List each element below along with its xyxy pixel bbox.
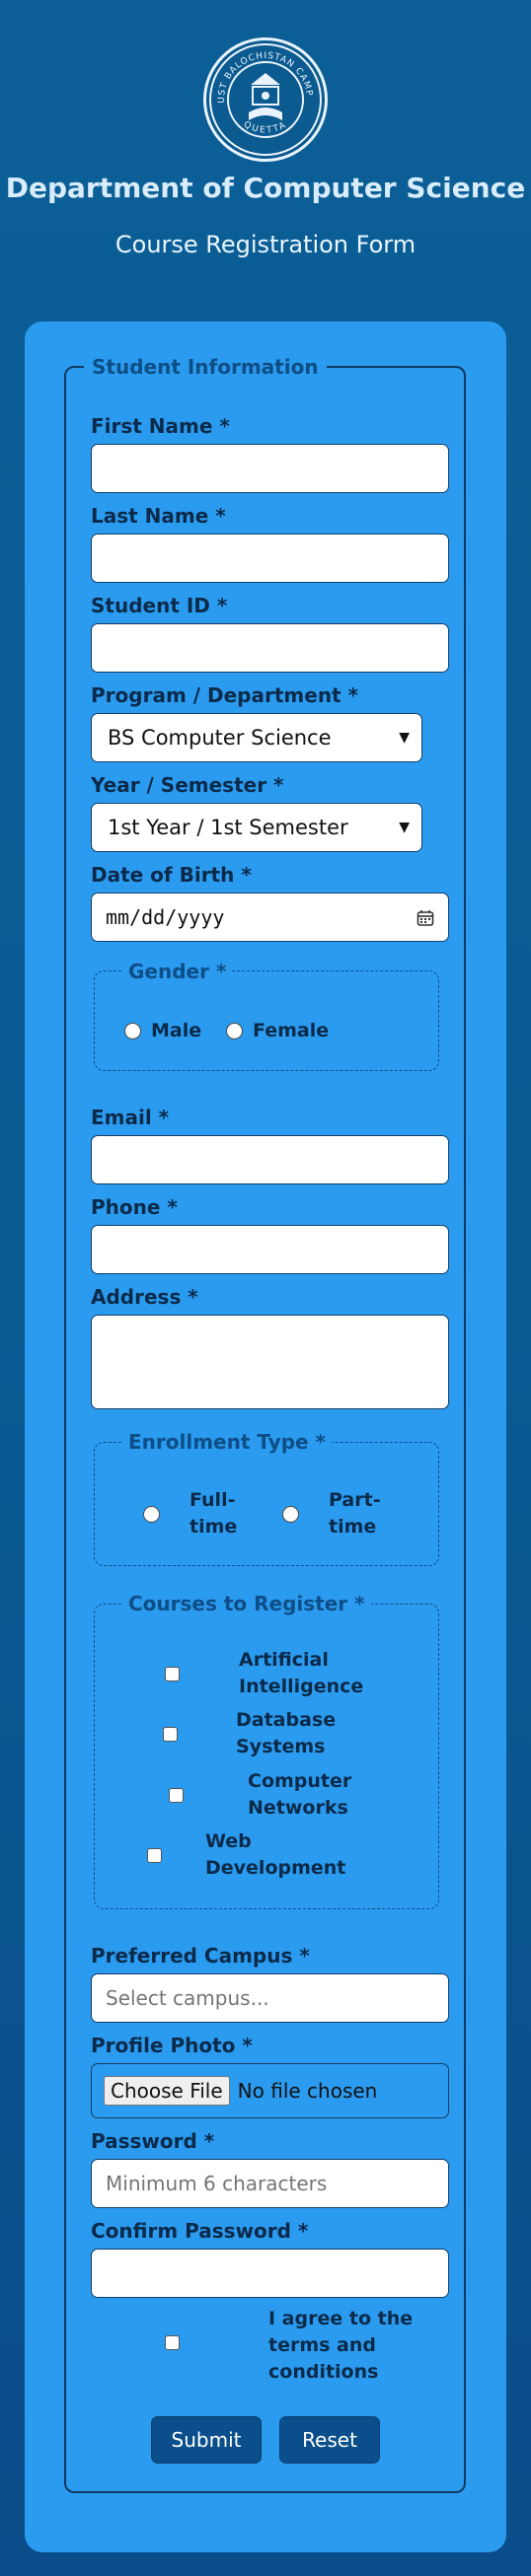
email-label: Email *: [91, 1106, 170, 1129]
phone-input[interactable]: [91, 1225, 449, 1274]
department-title: Department of Computer Science: [5, 172, 526, 204]
part-time-radio[interactable]: [282, 1506, 299, 1523]
program-select[interactable]: BS Computer Science ▼: [91, 713, 422, 762]
registration-card: Student Information First Name * Last Na…: [25, 322, 506, 2552]
program-selected: BS Computer Science: [108, 726, 332, 750]
course-networks-label: Computer Networks: [248, 1770, 352, 1819]
reset-button[interactable]: Reset: [279, 2416, 380, 2464]
email-input[interactable]: [91, 1135, 449, 1184]
gender-female-radio[interactable]: [226, 1023, 243, 1039]
phone-label: Phone *: [91, 1195, 178, 1219]
chevron-down-icon: ▼: [399, 730, 410, 746]
form-subtitle: Course Registration Form: [114, 231, 417, 258]
first-name-input[interactable]: [91, 444, 449, 493]
first-name-label: First Name *: [91, 414, 230, 438]
course-ai-label: Artificial Intelligence: [239, 1649, 364, 1697]
dob-input[interactable]: mm/dd/yyyy: [91, 893, 449, 942]
courses-legend: Courses to Register *: [122, 1592, 371, 1615]
campus-input[interactable]: Select campus...: [91, 1973, 449, 2023]
full-time-radio[interactable]: [143, 1506, 160, 1523]
password-label: Password *: [91, 2129, 215, 2153]
gender-male-radio[interactable]: [124, 1023, 141, 1039]
gender-female-label: Female: [253, 1020, 330, 1041]
course-networks-checkbox[interactable]: [169, 1788, 184, 1803]
course-web-label: Web Development: [205, 1830, 346, 1879]
calendar-icon[interactable]: [417, 908, 434, 926]
file-status: No file chosen: [237, 2079, 378, 2103]
program-label: Program / Department *: [91, 683, 359, 707]
full-time-label: Full-time: [190, 1489, 238, 1538]
last-name-input[interactable]: [91, 534, 449, 583]
confirm-password-input[interactable]: [91, 2249, 449, 2298]
dob-placeholder: mm/dd/yyyy: [106, 905, 225, 929]
part-time-label: Part-time: [329, 1489, 381, 1538]
year-selected: 1st Year / 1st Semester: [108, 816, 348, 839]
photo-label: Profile Photo *: [91, 2034, 253, 2057]
page-header: NUST BALOCHISTAN CAMPUS QUETTA Departmen…: [0, 0, 531, 296]
year-select[interactable]: 1st Year / 1st Semester ▼: [91, 803, 422, 852]
choose-file-button[interactable]: Choose File: [104, 2076, 230, 2106]
course-db-checkbox[interactable]: [163, 1727, 178, 1742]
confirm-password-label: Confirm Password *: [91, 2219, 309, 2243]
gender-male-label: Male: [151, 1020, 202, 1041]
address-label: Address *: [91, 1285, 198, 1309]
campus-logo: NUST BALOCHISTAN CAMPUS QUETTA: [203, 37, 328, 162]
course-web-checkbox[interactable]: [147, 1848, 162, 1863]
student-id-input[interactable]: [91, 623, 449, 673]
address-textarea[interactable]: [91, 1315, 449, 1409]
submit-button[interactable]: Submit: [151, 2416, 262, 2464]
password-input[interactable]: Minimum 6 characters: [91, 2159, 449, 2208]
terms-label: I agree to the terms and conditions: [268, 2308, 414, 2383]
year-label: Year / Semester *: [91, 773, 284, 797]
campus-label: Preferred Campus *: [91, 1944, 310, 1968]
terms-checkbox[interactable]: [165, 2335, 180, 2350]
enrollment-legend: Enrollment Type *: [122, 1430, 332, 1454]
course-ai-checkbox[interactable]: [165, 1667, 180, 1682]
last-name-label: Last Name *: [91, 504, 226, 528]
student-info-legend: Student Information: [84, 355, 327, 379]
dob-label: Date of Birth *: [91, 863, 252, 887]
photo-file-input[interactable]: Choose File No file chosen: [91, 2063, 449, 2118]
course-db-label: Database Systems: [236, 1709, 337, 1757]
chevron-down-icon: ▼: [399, 820, 410, 835]
student-id-label: Student ID *: [91, 594, 228, 617]
gender-legend: Gender *: [122, 960, 233, 983]
